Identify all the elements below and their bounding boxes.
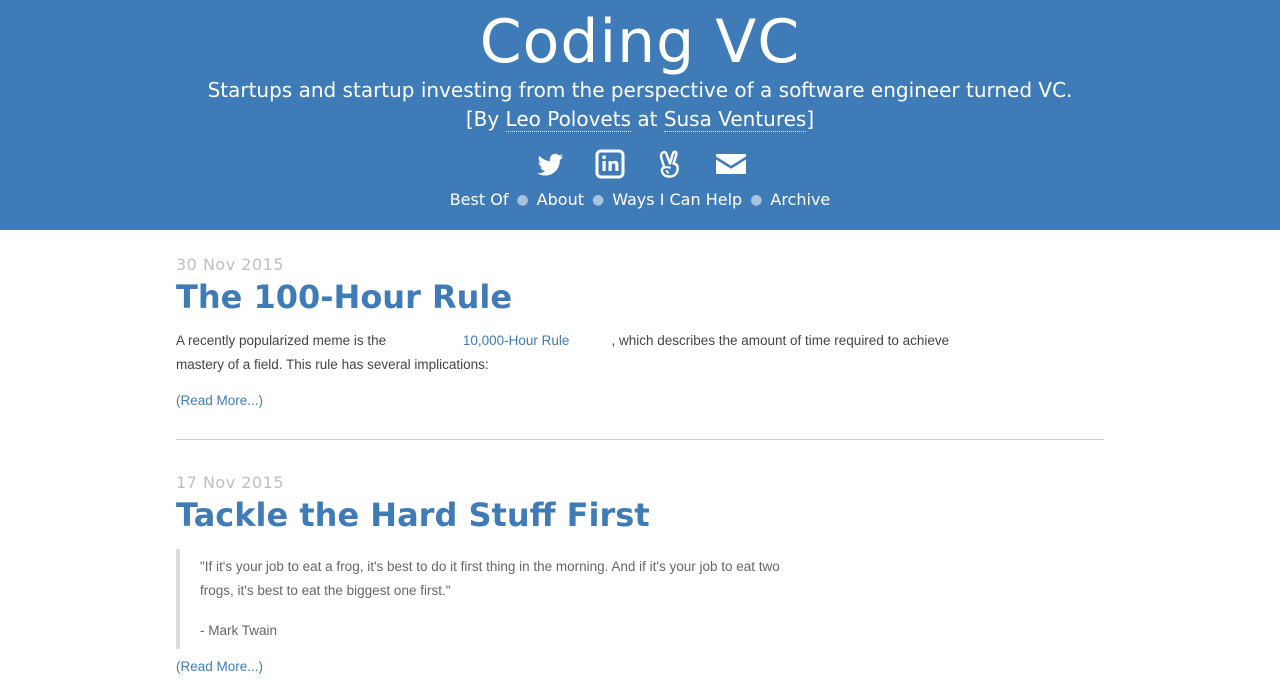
linkedin-icon[interactable] [594, 148, 626, 180]
post-title[interactable]: The 100-Hour Rule [176, 279, 1104, 315]
nav-best-of[interactable]: Best Of [450, 190, 509, 209]
site-header: Coding VC Startups and startup investing… [0, 0, 1280, 230]
nav-archive[interactable]: Archive [770, 190, 830, 209]
post-divider [176, 439, 1104, 440]
excerpt-text: A recently popularized meme is the [176, 333, 390, 348]
nav-about[interactable]: About [537, 190, 584, 209]
company-link[interactable]: Susa Ventures [663, 107, 807, 132]
read-more-link[interactable]: (Read More...) [176, 393, 263, 408]
excerpt-link[interactable]: 10,000-Hour Rule [463, 333, 570, 348]
envelope-icon[interactable] [714, 148, 746, 180]
post-tackle-hard-stuff: 17 Nov 2015 Tackle the Hard Stuff First … [176, 472, 1104, 675]
post-100-hour-rule: 30 Nov 2015 The 100-Hour Rule A recently… [176, 254, 1104, 409]
post-excerpt: A recently popularized meme is the 10,00… [176, 329, 986, 377]
site-byline: [By Leo Polovets at Susa Ventures] [0, 103, 1280, 135]
byline-close: ] [806, 107, 815, 131]
nav-ways-i-can-help[interactable]: Ways I Can Help [612, 190, 742, 209]
post-list: 30 Nov 2015 The 100-Hour Rule A recently… [176, 230, 1104, 675]
post-title[interactable]: Tackle the Hard Stuff First [176, 497, 1104, 533]
post-quote: "If it's your job to eat a frog, it's be… [176, 549, 1104, 649]
main-nav: Best Of ● About ● Ways I Can Help ● Arch… [0, 190, 1280, 209]
site-tagline: Startups and startup investing from the … [207, 78, 1073, 102]
author-link[interactable]: Leo Polovets [505, 107, 631, 132]
post-date: 30 Nov 2015 [176, 255, 284, 274]
twitter-icon[interactable] [534, 148, 566, 180]
byline-at: at [631, 107, 664, 131]
byline-open: [By [465, 107, 506, 131]
site-title[interactable]: Coding VC [0, 0, 1280, 72]
angellist-icon[interactable] [654, 148, 686, 180]
quote-text: "If it's your job to eat a frog, it's be… [200, 559, 780, 598]
post-date: 17 Nov 2015 [176, 473, 284, 492]
nav-separator: ● [591, 191, 605, 208]
nav-separator: ● [750, 191, 763, 208]
nav-separator: ● [516, 191, 529, 208]
read-more-link[interactable]: (Read More...) [176, 659, 263, 674]
social-links [0, 145, 1280, 183]
quote-attribution: - Mark Twain [200, 623, 278, 638]
